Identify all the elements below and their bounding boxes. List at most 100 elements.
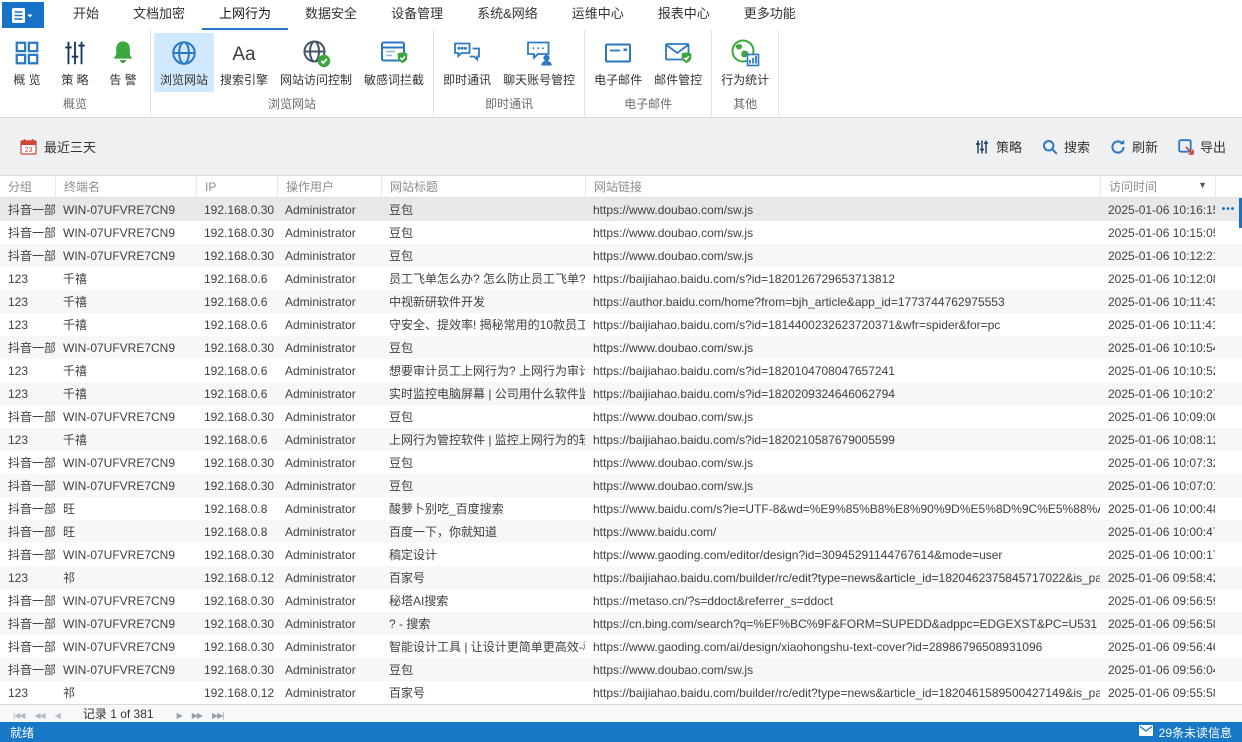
table-row[interactable]: 抖音一部 WIN-07UFVRE7CN9 192.168.0.30 Administr… xyxy=(0,451,1242,474)
unread-messages-label: 29条未读信息 xyxy=(1158,725,1232,740)
tab-ops-center[interactable]: 运维中心 xyxy=(555,0,641,30)
email-control-button[interactable]: 邮件管控 xyxy=(648,33,708,92)
table-row[interactable]: 123 祁 192.168.0.12 Administrator 百家号 https://… xyxy=(0,566,1242,589)
table-row[interactable]: 抖音一部 WIN-07UFVRE7CN9 192.168.0.30 Administr… xyxy=(0,198,1242,221)
tab-more-features[interactable]: 更多功能 xyxy=(727,0,813,30)
policy-button[interactable]: 策略 xyxy=(974,137,1022,156)
chat-icon xyxy=(452,38,482,68)
tab-device-management[interactable]: 设备管理 xyxy=(374,0,460,30)
pager-last-icon[interactable]: ▶▶| xyxy=(212,711,224,720)
row-filler xyxy=(1215,520,1242,543)
search-button[interactable]: 搜索 xyxy=(1042,137,1090,156)
table-row[interactable]: 抖音一部 WIN-07UFVRE7CN9 192.168.0.30 Administr… xyxy=(0,336,1242,359)
refresh-button[interactable]: 刷新 xyxy=(1110,137,1158,156)
table-cell: 2025-01-06 10:11:43 xyxy=(1108,294,1215,309)
email-button[interactable]: 电子邮件 xyxy=(588,33,648,92)
ribbon-group-label: 电子邮件 xyxy=(624,97,673,111)
column-header-5[interactable]: 网站链接 xyxy=(585,176,1100,197)
table-cell: Administrator xyxy=(285,616,356,631)
pager-first-icon[interactable]: |◀◀ xyxy=(13,711,25,720)
table-cell: 抖音一部 xyxy=(8,249,55,263)
table-row[interactable]: 抖音一部 WIN-07UFVRE7CN9 192.168.0.30 Administr… xyxy=(0,589,1242,612)
chat-account-control-button[interactable]: 聊天账号管控 xyxy=(497,33,581,92)
table-cell: Administrator xyxy=(285,547,356,562)
pager-prev-icon[interactable]: ◀ xyxy=(55,711,61,720)
search-engine-button[interactable]: Aa 搜索引擎 xyxy=(214,33,274,92)
table-cell: 豆包 xyxy=(389,249,414,263)
tab-start[interactable]: 开始 xyxy=(56,0,116,30)
tab-internet-behavior[interactable]: 上网行为 xyxy=(202,0,289,30)
table-row[interactable]: 123 祁 192.168.0.12 Administrator 百家号 https://… xyxy=(0,681,1242,704)
table-row[interactable]: 123 千禧 192.168.0.6 Administrator 中视新研软件开发 htt… xyxy=(0,290,1242,313)
table-cell: WIN-07UFVRE7CN9 xyxy=(63,409,176,424)
row-filler: ••• xyxy=(1215,198,1242,221)
export-button[interactable]: 导出 xyxy=(1178,137,1226,156)
table-cell: https://www.gaoding.com/editor/design?id… xyxy=(593,547,1003,562)
ribbon: 概 览 策 略 告 警 概览 浏览网站 Aa 搜索引擎 网站访问控制 敏感词拦截… xyxy=(0,30,1242,118)
behavior-stats-button[interactable]: 行为统计 xyxy=(715,33,775,92)
table-row[interactable]: 抖音一部 WIN-07UFVRE7CN9 192.168.0.30 Administr… xyxy=(0,221,1242,244)
alert-button[interactable]: 告 警 xyxy=(99,33,147,92)
table-row[interactable]: 抖音一部 WIN-07UFVRE7CN9 192.168.0.30 Administr… xyxy=(0,543,1242,566)
table-row[interactable]: 123 千禧 192.168.0.6 Administrator 想要审计员工上网行为?… xyxy=(0,359,1242,382)
column-header-3[interactable]: 操作用户 xyxy=(277,176,381,197)
table-cell: 192.168.0.30 xyxy=(204,593,275,608)
table-row[interactable]: 123 千禧 192.168.0.6 Administrator 员工飞单怎么办? 怎么… xyxy=(0,267,1242,290)
table-row[interactable]: 抖音一部 WIN-07UFVRE7CN9 192.168.0.30 Administr… xyxy=(0,405,1242,428)
toolbar-actions: 策略 搜索 刷新 导出 xyxy=(954,137,1226,156)
table-row[interactable]: 123 千禧 192.168.0.6 Administrator 实时监控电脑屏幕 | … xyxy=(0,382,1242,405)
table-row[interactable]: 抖音一部 WIN-07UFVRE7CN9 192.168.0.30 Administr… xyxy=(0,635,1242,658)
sliders-small-icon xyxy=(974,138,991,155)
row-filler xyxy=(1215,566,1242,589)
row-filler xyxy=(1215,221,1242,244)
row-filler xyxy=(1215,405,1242,428)
table-cell: 192.168.0.30 xyxy=(204,662,275,677)
tab-data-security[interactable]: 数据安全 xyxy=(288,0,374,30)
tab-doc-encryption[interactable]: 文档加密 xyxy=(116,0,202,30)
table-cell: 祁 xyxy=(63,571,76,585)
table-cell: https://metaso.cn/?s=ddoct&referrer_s=dd… xyxy=(593,593,834,608)
table-row[interactable]: 抖音一部旺 192.168.0.8 Administrator 百度一下，你就知道 ht… xyxy=(0,520,1242,543)
website-access-control-button[interactable]: 网站访问控制 xyxy=(274,33,358,92)
date-range-filter[interactable]: 23 最近三天 xyxy=(20,137,96,156)
table-row[interactable]: 123 千禧 192.168.0.6 Administrator 守安全、提效率! 揭秘… xyxy=(0,313,1242,336)
pager-next-fast-icon[interactable]: ▶▶ xyxy=(192,711,203,720)
table-cell: 中视新研软件开发 xyxy=(389,295,486,309)
policy-label: 策略 xyxy=(995,140,1022,155)
column-header-6[interactable]: 访问时间 ▼ xyxy=(1100,176,1215,197)
table-row[interactable]: 抖音一部旺 192.168.0.8 Administrator 酸萝卜别吃_百度搜索 h… xyxy=(0,497,1242,520)
sort-desc-icon[interactable]: ▼ xyxy=(1198,180,1207,190)
column-header-1[interactable]: 终端名 xyxy=(55,176,196,197)
column-header-4[interactable]: 网站标题 xyxy=(381,176,585,197)
app-menu-button[interactable] xyxy=(2,2,44,28)
tab-report-center[interactable]: 报表中心 xyxy=(641,0,727,30)
pager-next-icon[interactable]: ▶ xyxy=(177,711,183,720)
table-cell: Administrator xyxy=(285,363,356,378)
column-header-0[interactable]: 分组 xyxy=(0,176,55,197)
unread-messages[interactable]: 29条未读信息 xyxy=(1138,724,1232,741)
policy-button[interactable]: 策 略 xyxy=(51,33,99,92)
ribbon-group: 概 览 策 略 告 警 概览 xyxy=(0,30,151,117)
table-row[interactable]: 抖音一部 WIN-07UFVRE7CN9 192.168.0.30 Administr… xyxy=(0,244,1242,267)
table-row[interactable]: 123 千禧 192.168.0.6 Administrator 上网行为管控软件 | … xyxy=(0,428,1242,451)
row-actions-menu[interactable]: ••• xyxy=(1222,204,1236,215)
table-cell: 2025-01-06 10:00:17 xyxy=(1108,547,1215,562)
row-filler xyxy=(1215,382,1242,405)
table-cell: WIN-07UFVRE7CN9 xyxy=(63,547,176,562)
date-filter-label: 最近三天 xyxy=(44,140,97,155)
browse-website-button[interactable]: 浏览网站 xyxy=(154,33,215,92)
table-cell: 2025-01-06 09:56:04 xyxy=(1108,662,1215,677)
table-row[interactable]: 抖音一部 WIN-07UFVRE7CN9 192.168.0.30 Administr… xyxy=(0,474,1242,497)
alert-label: 告 警 xyxy=(109,73,137,87)
pager-prev-fast-icon[interactable]: ◀◀ xyxy=(34,711,45,720)
tab-system-network[interactable]: 系统&网络 xyxy=(460,0,555,30)
table-cell: Administrator xyxy=(285,271,356,286)
instant-messaging-button[interactable]: 即时通讯 xyxy=(437,33,497,92)
table-row[interactable]: 抖音一部 WIN-07UFVRE7CN9 192.168.0.30 Administr… xyxy=(0,612,1242,635)
column-header-2[interactable]: IP xyxy=(196,176,277,197)
table-row[interactable]: 抖音一部 WIN-07UFVRE7CN9 192.168.0.30 Administr… xyxy=(0,658,1242,681)
sensitive-word-block-button[interactable]: 敏感词拦截 xyxy=(358,33,430,92)
overview-button[interactable]: 概 览 xyxy=(3,33,51,92)
envelope-icon xyxy=(1138,725,1153,739)
table-cell: WIN-07UFVRE7CN9 xyxy=(63,248,176,263)
